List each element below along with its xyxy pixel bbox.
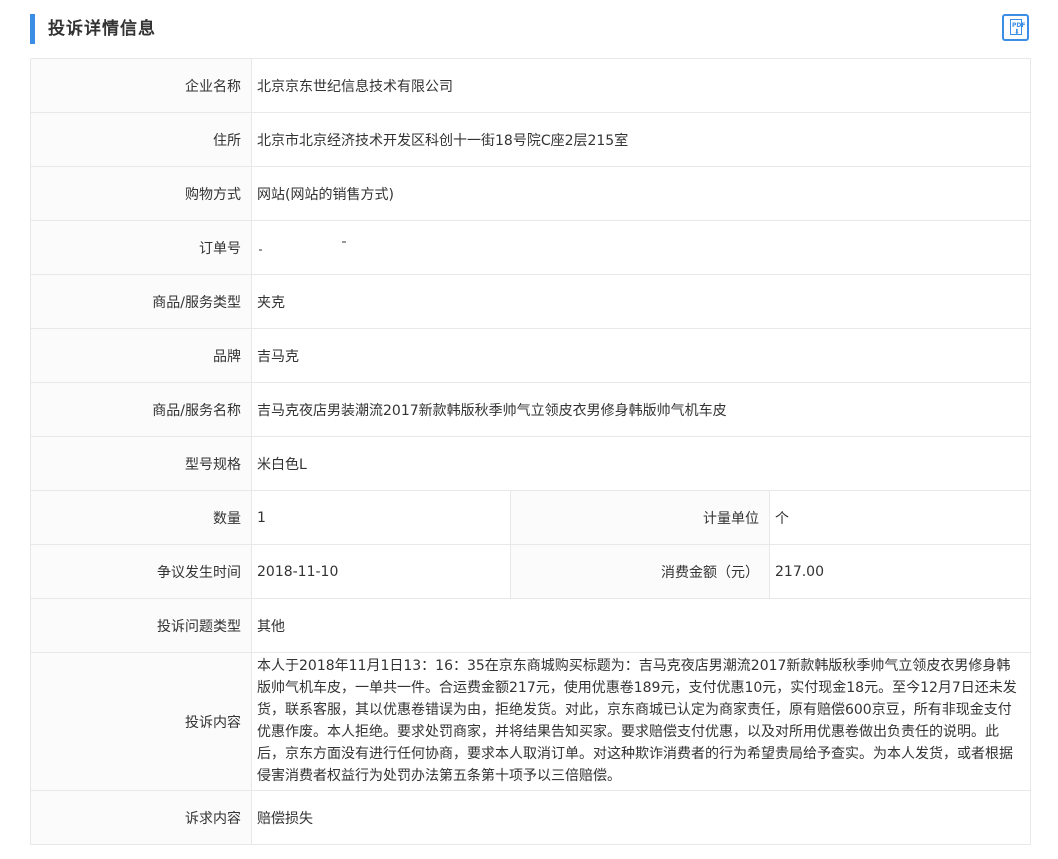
redacted-order-number (257, 241, 347, 255)
quantity-value: 1 (252, 491, 511, 545)
unit-label: 计量单位 (511, 491, 770, 545)
pdf-download-icon: PDF ⬇ (1010, 19, 1022, 35)
claim-label: 诉求内容 (31, 791, 252, 845)
table-row: 购物方式 网站(网站的销售方式) (31, 167, 1031, 221)
model-value: 米白色L (252, 437, 1031, 491)
address-value: 北京市北京经济技术开发区科创十一街18号院C座2层215室 (252, 113, 1031, 167)
complaint-content-value: 本人于2018年11月1日13：16：35在京东商城购买标题为：吉马克夜店男潮流… (252, 653, 1031, 791)
order-number-label: 订单号 (31, 221, 252, 275)
order-number-value (252, 221, 1031, 275)
table-row: 投诉内容 本人于2018年11月1日13：16：35在京东商城购买标题为：吉马克… (31, 653, 1031, 791)
table-row: 投诉问题类型 其他 (31, 599, 1031, 653)
amount-label: 消费金额（元） (511, 545, 770, 599)
table-row: 订单号 (31, 221, 1031, 275)
table-row: 企业名称 北京京东世纪信息技术有限公司 (31, 59, 1031, 113)
download-arrow-icon: ⬇ (1014, 29, 1020, 36)
brand-label: 品牌 (31, 329, 252, 383)
complaint-content-label: 投诉内容 (31, 653, 252, 791)
shopping-method-value: 网站(网站的销售方式) (252, 167, 1031, 221)
shopping-method-label: 购物方式 (31, 167, 252, 221)
dispute-time-value: 2018-11-10 (252, 545, 511, 599)
complaint-detail-table: 企业名称 北京京东世纪信息技术有限公司 住所 北京市北京经济技术开发区科创十一街… (30, 58, 1031, 845)
dispute-time-label: 争议发生时间 (31, 545, 252, 599)
pdf-download-button[interactable]: PDF ⬇ (1002, 14, 1029, 41)
issue-type-label: 投诉问题类型 (31, 599, 252, 653)
title-accent-bar (30, 14, 35, 44)
amount-value: 217.00 (770, 545, 1031, 599)
goods-name-value: 吉马克夜店男装潮流2017新款韩版秋季帅气立领皮衣男修身韩版帅气机车皮 (252, 383, 1031, 437)
table-row: 品牌 吉马克 (31, 329, 1031, 383)
table-row: 住所 北京市北京经济技术开发区科创十一街18号院C座2层215室 (31, 113, 1031, 167)
company-value: 北京京东世纪信息技术有限公司 (252, 59, 1031, 113)
table-row: 数量 1 计量单位 个 (31, 491, 1031, 545)
company-label: 企业名称 (31, 59, 252, 113)
goods-type-label: 商品/服务类型 (31, 275, 252, 329)
page-title: 投诉详情信息 (48, 18, 156, 40)
table-row: 型号规格 米白色L (31, 437, 1031, 491)
table-row: 诉求内容 赔偿损失 (31, 791, 1031, 845)
issue-type-value: 其他 (252, 599, 1031, 653)
quantity-label: 数量 (31, 491, 252, 545)
table-row: 争议发生时间 2018-11-10 消费金额（元） 217.00 (31, 545, 1031, 599)
claim-value: 赔偿损失 (252, 791, 1031, 845)
table-row: 商品/服务名称 吉马克夜店男装潮流2017新款韩版秋季帅气立领皮衣男修身韩版帅气… (31, 383, 1031, 437)
table-row: 商品/服务类型 夹克 (31, 275, 1031, 329)
unit-value: 个 (770, 491, 1031, 545)
brand-value: 吉马克 (252, 329, 1031, 383)
goods-type-value: 夹克 (252, 275, 1031, 329)
section-header: 投诉详情信息 PDF ⬇ (30, 14, 1030, 46)
model-label: 型号规格 (31, 437, 252, 491)
goods-name-label: 商品/服务名称 (31, 383, 252, 437)
address-label: 住所 (31, 113, 252, 167)
